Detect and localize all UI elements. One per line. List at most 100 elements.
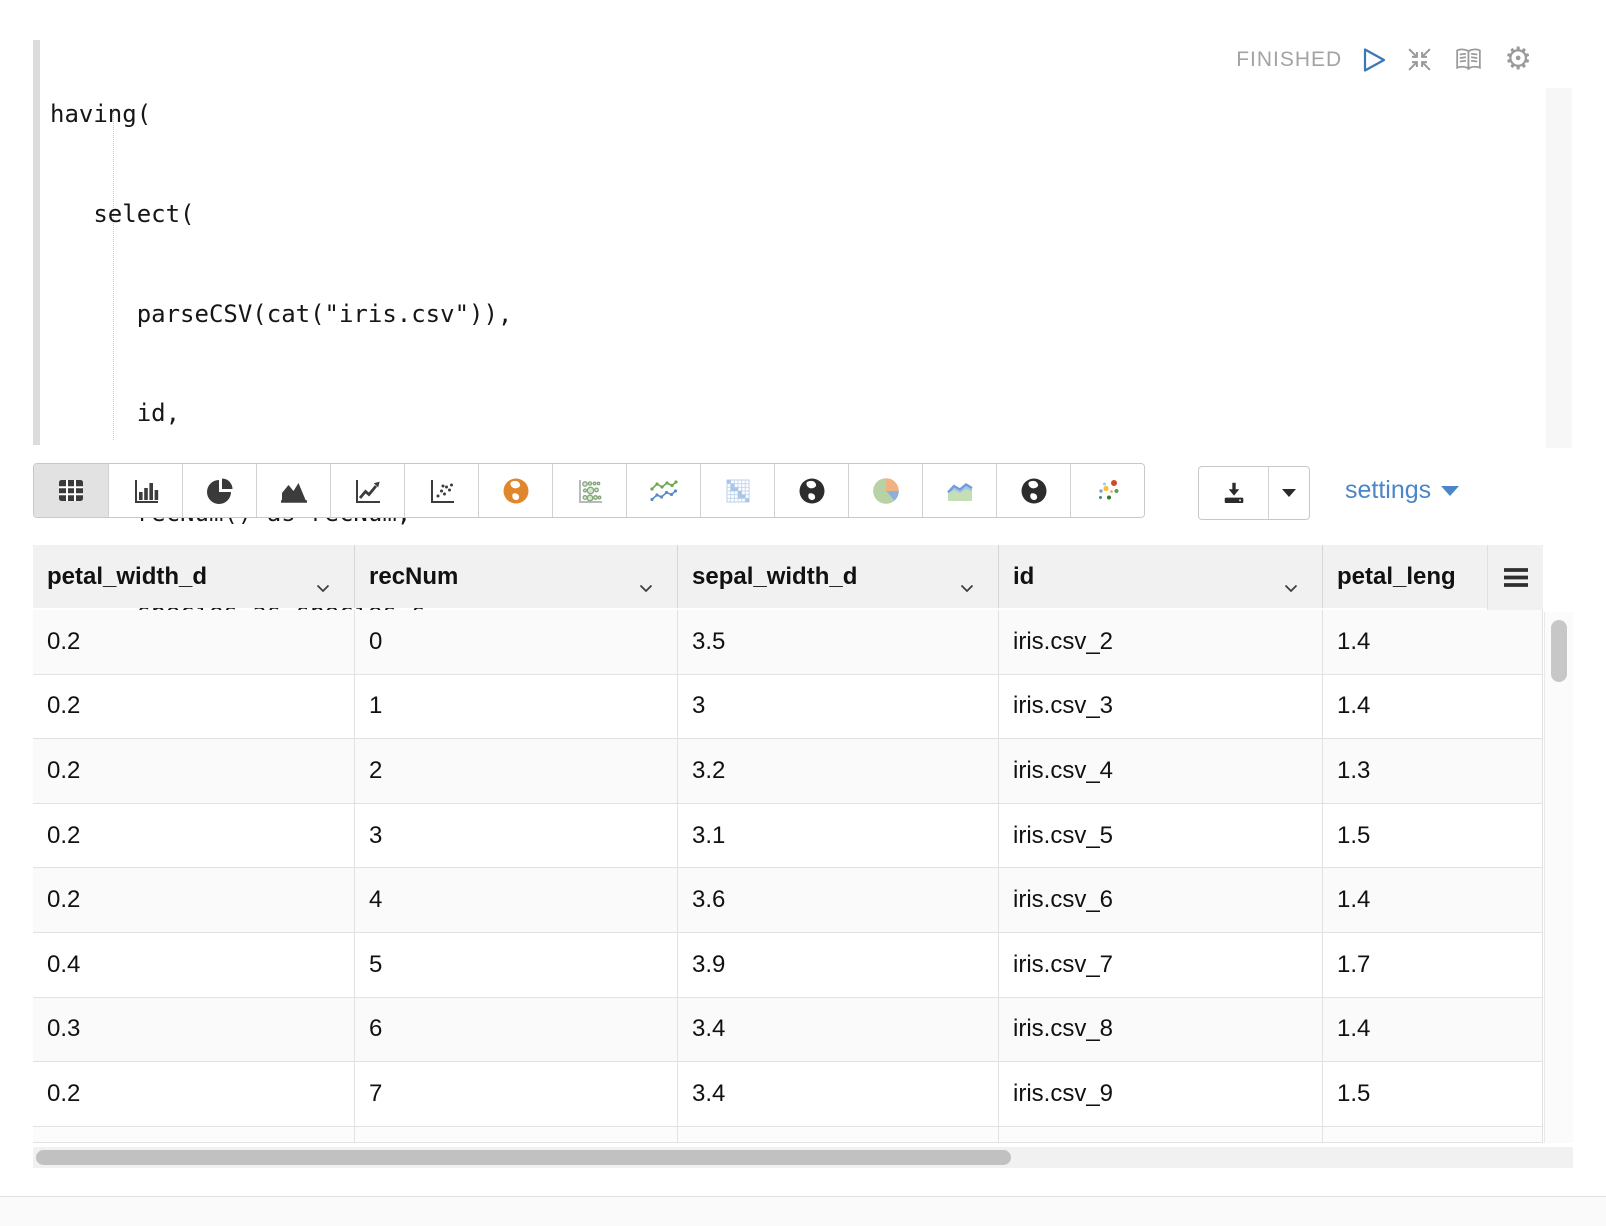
chevron-down-icon[interactable] [960, 572, 974, 600]
status-badge: FINISHED [1236, 48, 1342, 72]
vertical-scrollbar [1544, 612, 1573, 1143]
column-header-sepal-width[interactable]: sepal_width_d [678, 545, 999, 608]
table-cell: 3 [355, 804, 678, 868]
chevron-down-icon[interactable] [639, 572, 653, 600]
table-cell: 0.2 [33, 610, 355, 674]
table-body: 0.2 0 3.5 iris.csv_2 1.4 0.2 1 3 iris.cs… [33, 610, 1543, 1143]
table-cell: 0.2 [33, 868, 355, 932]
table-cell [999, 1127, 1323, 1142]
table-cell: 0.4 [33, 933, 355, 997]
column-label: sepal_width_d [692, 563, 857, 591]
book-icon[interactable] [1452, 46, 1485, 73]
run-play-icon[interactable] [1361, 47, 1387, 73]
column-header-id[interactable]: id [999, 545, 1323, 608]
area-colored-icon [945, 476, 975, 506]
download-options-button[interactable] [1268, 467, 1309, 519]
chart-type-bubble-button[interactable] [552, 464, 626, 517]
chart-type-map-orange-button[interactable] [478, 464, 552, 517]
table-cell: iris.csv_7 [999, 933, 1323, 997]
visualization-toolbar: settings [0, 463, 1606, 518]
table-cell: 1.5 [1323, 804, 1543, 868]
table-cell: 3.4 [678, 1062, 999, 1126]
table-cell: 1.5 [1323, 1062, 1543, 1126]
chart-type-line-button[interactable] [330, 464, 404, 517]
chart-type-area-button[interactable] [256, 464, 330, 517]
chart-type-area-colored-button[interactable] [922, 464, 996, 517]
bubble-chart-icon [575, 477, 605, 505]
chart-type-heatmap-button[interactable] [700, 464, 774, 517]
table-cell: 1.3 [1323, 739, 1543, 803]
editor-gutter-bar [33, 40, 40, 445]
table-cell: 5 [355, 933, 678, 997]
table-cell: 1.4 [1323, 610, 1543, 674]
chart-type-globe-1-button[interactable] [774, 464, 848, 517]
editor-scrollbar[interactable] [1546, 88, 1572, 448]
table-cell: 4 [355, 868, 678, 932]
grid-menu-button[interactable] [1487, 545, 1543, 610]
settings-label: settings [1345, 476, 1431, 505]
column-label: recNum [369, 563, 458, 591]
chart-type-pie-colored-button[interactable] [848, 464, 922, 517]
table-cell [33, 1127, 355, 1142]
compress-icon[interactable] [1406, 46, 1433, 73]
chart-type-group [33, 463, 1145, 518]
bar-chart-icon [131, 477, 161, 505]
multi-line-chart-icon [649, 477, 679, 505]
table-cell: iris.csv_2 [999, 610, 1323, 674]
scatter-chart-icon [427, 477, 457, 505]
code-line: id, [50, 397, 585, 430]
code-editor[interactable]: having( select( parseCSV(cat("iris.csv")… [33, 30, 1573, 450]
table-cell: 3.9 [678, 933, 999, 997]
download-split-button [1198, 466, 1310, 520]
chart-type-multi-line-button[interactable] [626, 464, 700, 517]
table-row: 0.2 2 3.2 iris.csv_4 1.3 [33, 739, 1543, 804]
heatmap-icon [723, 476, 753, 506]
paragraph-controls: FINISHED ⚙ [1236, 44, 1532, 75]
column-header-recnum[interactable]: recNum [355, 545, 678, 608]
table-row: 0.2 0 3.5 iris.csv_2 1.4 [33, 610, 1543, 675]
download-icon [1220, 480, 1248, 506]
chart-type-globe-2-button[interactable] [996, 464, 1070, 517]
chevron-down-icon[interactable] [1284, 572, 1298, 600]
download-button[interactable] [1199, 467, 1268, 519]
horizontal-scrollbar-thumb[interactable] [36, 1150, 1011, 1165]
chart-type-scatter-button[interactable] [404, 464, 478, 517]
table-row: 0.4 5 3.9 iris.csv_7 1.7 [33, 933, 1543, 998]
column-label: id [1013, 563, 1034, 591]
table-row: 0.2 3 3.1 iris.csv_5 1.5 [33, 804, 1543, 869]
table-cell: 0.2 [33, 739, 355, 803]
settings-dropdown[interactable]: settings [1345, 463, 1459, 518]
table-cell: 1.4 [1323, 675, 1543, 739]
table-cell: 3.2 [678, 739, 999, 803]
table-header-row: petal_width_d recNum sepal_width_d id [33, 545, 1543, 608]
globe-orange-icon [501, 476, 531, 506]
table-cell: 0.2 [33, 1062, 355, 1126]
table-cell: iris.csv_4 [999, 739, 1323, 803]
table-cell: iris.csv_9 [999, 1062, 1323, 1126]
table-row: 0.3 6 3.4 iris.csv_8 1.4 [33, 998, 1543, 1063]
column-label: petal_width_d [47, 563, 207, 591]
chart-type-table-button[interactable] [34, 464, 108, 517]
table-cell: 0.2 [33, 804, 355, 868]
table-cell: 6 [355, 998, 678, 1062]
table-cell: 3.6 [678, 868, 999, 932]
table-cell [678, 1127, 999, 1142]
caret-down-icon [1282, 489, 1296, 497]
table-cell: iris.csv_3 [999, 675, 1323, 739]
column-label: petal_leng [1337, 563, 1456, 591]
globe-dark-icon [1019, 476, 1049, 506]
column-header-petal-width[interactable]: petal_width_d [33, 545, 355, 608]
hamburger-menu-icon [1502, 567, 1530, 588]
chart-type-bar-button[interactable] [108, 464, 182, 517]
chevron-down-icon[interactable] [316, 572, 330, 600]
chart-type-pie-button[interactable] [182, 464, 256, 517]
gear-icon[interactable]: ⚙ [1504, 44, 1532, 75]
chart-type-scatter-colored-button[interactable] [1070, 464, 1144, 517]
table-cell: iris.csv_5 [999, 804, 1323, 868]
pie-colored-icon [870, 475, 902, 507]
table-cell: 0.3 [33, 998, 355, 1062]
table-row-partial [33, 1127, 1543, 1143]
table-cell: 1.7 [1323, 933, 1543, 997]
code-line: select( [50, 198, 585, 231]
vertical-scrollbar-thumb[interactable] [1551, 620, 1567, 682]
